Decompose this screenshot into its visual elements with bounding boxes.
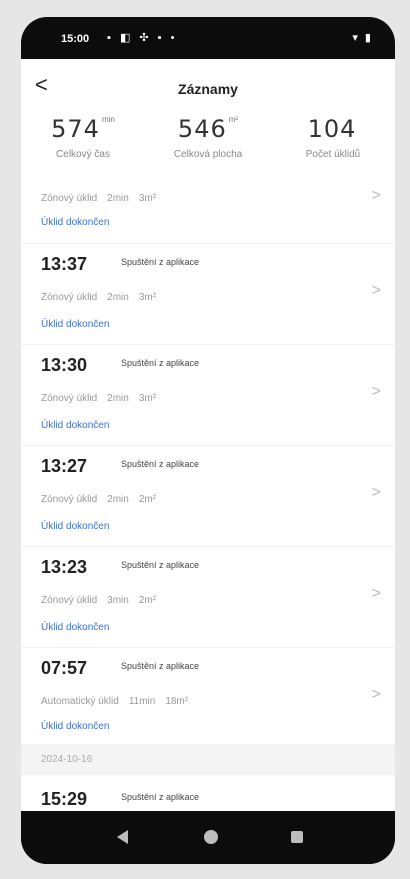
record-time: 13:27 (41, 456, 88, 476)
status-time: 15:00 (61, 33, 90, 45)
stat-value: 104 (307, 115, 357, 143)
record-details: Automatický úklid 11min 18m² (41, 696, 198, 707)
date-label: 2024-10-16 (41, 754, 93, 765)
status-bar: 15:00 ▪ ◧ ✣ ▪ • ▾ ▮ (21, 17, 395, 59)
record-area: 2m² (138, 595, 157, 606)
record-duration: 2min (107, 193, 129, 204)
record-status: Úklid dokončen (41, 217, 110, 228)
date-separator: 2024-10-16 (21, 745, 395, 775)
stat-clean-count: 104 Počet úklidů (273, 115, 393, 160)
record-duration: 2min (107, 292, 129, 303)
stat-value: 574 (51, 115, 100, 143)
system-icons: ▾ ▮ (352, 32, 373, 44)
record-type: Zónový úklid (41, 494, 98, 505)
chevron-right-icon[interactable]: > (372, 383, 381, 401)
record-area: 3m² (138, 292, 157, 303)
chevron-right-icon[interactable]: > (372, 585, 381, 603)
nav-back-icon[interactable] (117, 830, 128, 844)
record-type: Zónový úklid (41, 193, 98, 204)
record-type: Zónový úklid (41, 393, 98, 404)
record-status: Úklid dokončen (41, 319, 110, 330)
stat-total-area: 546 m² Celková plocha (148, 115, 268, 160)
record-area: 18m² (165, 696, 189, 707)
page-title: Záznamy (178, 81, 238, 97)
record-status: Úklid dokončen (41, 521, 110, 532)
record-duration: 3min (107, 595, 129, 606)
record-source: Spuštění z aplikace (121, 358, 200, 368)
phone-frame: 15:00 ▪ ◧ ✣ ▪ • ▾ ▮ < Záznamy 574 min Cel… (21, 17, 395, 864)
record-area: 3m² (138, 393, 157, 404)
notification-icons: ▪ ◧ ✣ ▪ • (107, 32, 178, 44)
record-details: Zónový úklid 2min 3m² (41, 292, 166, 303)
record-source: Spuštění z aplikace (121, 459, 200, 469)
record-time: 15:29 (41, 789, 88, 809)
record-source: Spuštění z aplikace (121, 257, 200, 267)
record-area: 3m² (138, 193, 157, 204)
record-status: Úklid dokončen (41, 420, 110, 431)
record-time: 07:57 (41, 658, 88, 678)
chevron-right-icon[interactable]: > (372, 282, 381, 300)
record-time: 13:30 (41, 355, 88, 375)
record-row[interactable]: 15:29 Spuštění z aplikace (21, 775, 395, 811)
record-row[interactable]: 07:57 Spuštění z aplikace Automatický úk… (21, 648, 395, 745)
header: < Záznamy (21, 59, 395, 111)
record-status: Úklid dokončen (41, 721, 110, 732)
record-type: Automatický úklid (41, 696, 119, 707)
stat-unit: m² (228, 115, 239, 124)
record-time: 13:37 (41, 254, 88, 274)
nav-recents-icon[interactable] (291, 831, 303, 843)
stat-label: Celkový čas (56, 149, 110, 160)
record-duration: 11min (128, 696, 156, 707)
records-list: Zónový úklid 2min 3m² Úklid dokončen > 13:… (21, 183, 395, 811)
stat-label: Celková plocha (173, 149, 243, 160)
record-type: Zónový úklid (41, 595, 98, 606)
system-nav-bar (21, 811, 395, 864)
record-source: Spuštění z aplikace (121, 560, 200, 570)
records-screen: < Záznamy 574 min Celkový čas 546 m² Celko… (21, 59, 395, 811)
record-time: 13:23 (41, 557, 88, 577)
nav-home-icon[interactable] (204, 830, 218, 844)
chevron-right-icon[interactable]: > (372, 686, 381, 704)
record-source: Spuštění z aplikace (121, 661, 200, 671)
stat-unit: min (101, 115, 115, 124)
record-row[interactable]: 13:37 Spuštění z aplikace Zónový úklid 2m… (21, 244, 395, 345)
stat-label: Počet úklidů (305, 149, 361, 160)
stat-value: 546 (177, 115, 227, 143)
record-duration: 2min (107, 393, 129, 404)
stat-total-time: 574 min Celkový čas (23, 115, 143, 160)
record-row[interactable]: 13:23 Spuštění z aplikace Zónový úklid 3m… (21, 547, 395, 648)
record-details: Zónový úklid 2min 3m² (41, 393, 166, 404)
record-row[interactable]: 13:27 Spuštění z aplikace Zónový úklid 2m… (21, 446, 395, 547)
chevron-right-icon[interactable]: > (372, 187, 381, 205)
record-row[interactable]: Zónový úklid 2min 3m² Úklid dokončen > (21, 183, 395, 244)
record-row[interactable]: 13:30 Spuštění z aplikace Zónový úklid 2m… (21, 345, 395, 446)
record-source: Spuštění z aplikace (121, 792, 200, 802)
record-details: Zónový úklid 3min 2m² (41, 595, 166, 606)
record-status: Úklid dokončen (41, 622, 110, 633)
record-details: Zónový úklid 2min 3m² (41, 193, 166, 204)
record-type: Zónový úklid (41, 292, 98, 303)
record-duration: 2min (107, 494, 129, 505)
record-details: Zónový úklid 2min 2m² (41, 494, 166, 505)
stats-summary: 574 min Celkový čas 546 m² Celková plocha … (21, 111, 395, 183)
chevron-right-icon[interactable]: > (372, 484, 381, 502)
record-area: 2m² (138, 494, 157, 505)
